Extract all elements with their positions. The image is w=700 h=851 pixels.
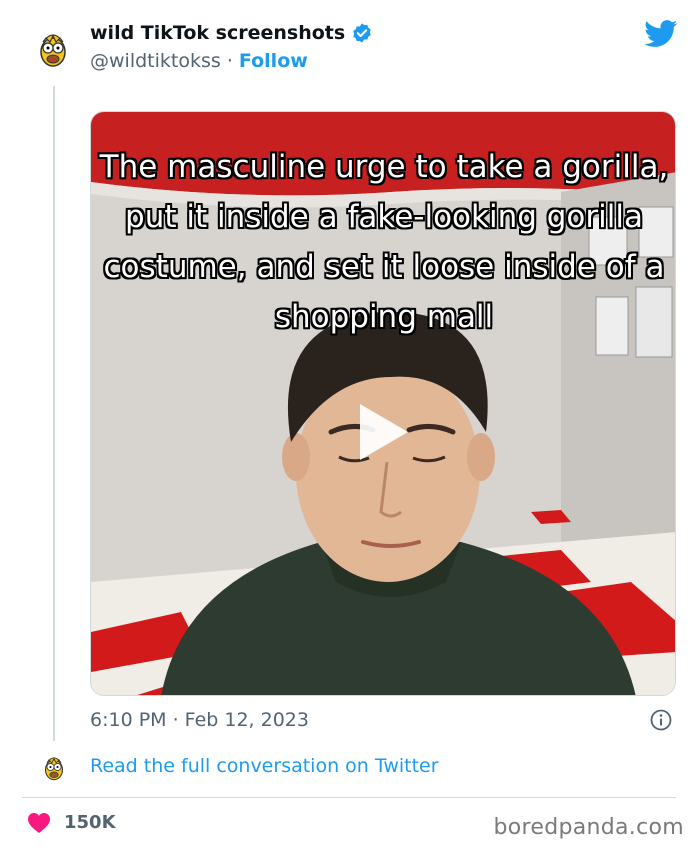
info-icon[interactable] — [650, 709, 672, 731]
author-avatar[interactable] — [36, 28, 70, 68]
author-name[interactable]: wild TikTok screenshots — [90, 22, 373, 44]
handle-row: @wildtiktokss · Follow — [90, 50, 308, 72]
tweet-timestamp[interactable]: 6:10 PM · Feb 12, 2023 — [90, 709, 309, 731]
tweet-video[interactable]: The masculine urge to take a gorilla, pu… — [90, 111, 676, 696]
play-icon[interactable] — [358, 402, 410, 462]
like-count: 150K — [64, 812, 116, 833]
site-watermark: boredpanda.com — [493, 815, 684, 840]
follow-button[interactable]: Follow — [239, 50, 308, 72]
heart-icon[interactable] — [27, 812, 51, 834]
read-conversation-link[interactable]: Read the full conversation on Twitter — [90, 755, 439, 777]
twitter-bird-icon[interactable] — [644, 20, 678, 48]
separator-dot: · — [226, 50, 233, 72]
verified-badge-icon — [353, 23, 371, 43]
video-caption: The masculine urge to take a gorilla, pu… — [99, 149, 669, 335]
author-handle[interactable]: @wildtiktokss — [90, 50, 221, 72]
author-name-text[interactable]: wild TikTok screenshots — [90, 22, 345, 44]
divider — [22, 797, 676, 798]
author-avatar-small[interactable] — [42, 752, 66, 782]
thread-line — [53, 86, 55, 741]
